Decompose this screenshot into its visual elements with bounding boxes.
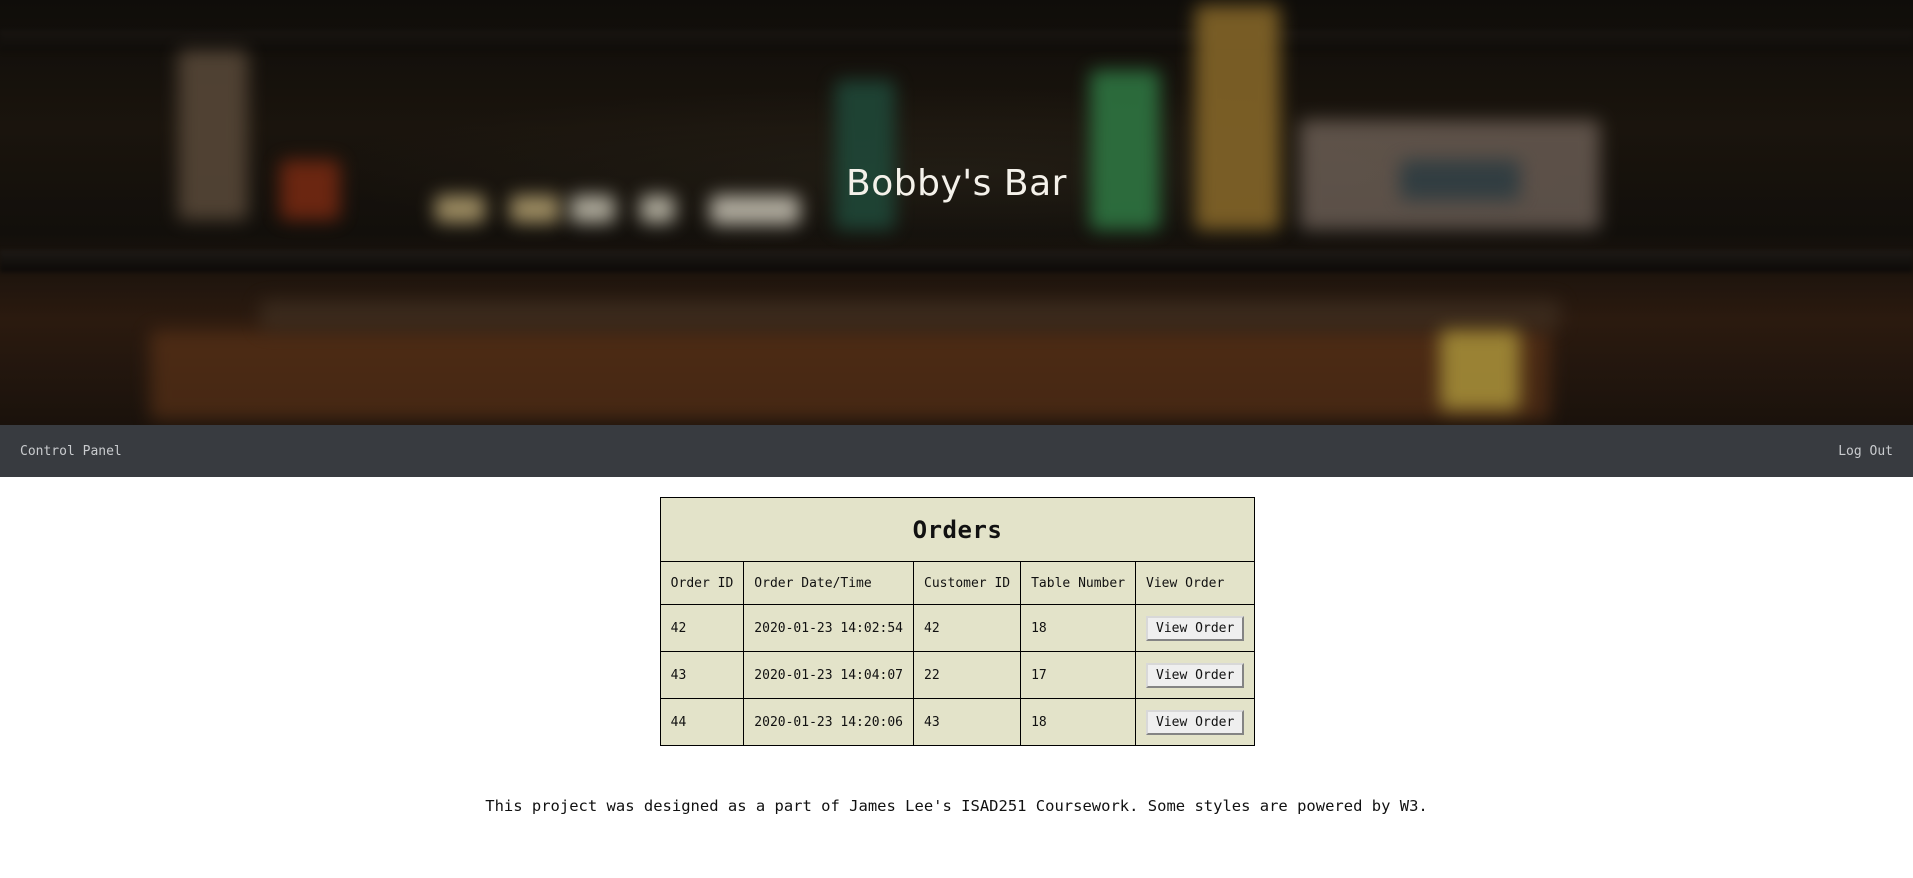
orders-table: Orders Order ID Order Date/Time Customer… — [659, 497, 1256, 746]
hero-banner: Bobby's Bar — [0, 0, 1913, 425]
cell-order-id: 43 — [659, 651, 745, 699]
cell-order-datetime: 2020-01-23 14:04:07 — [743, 651, 915, 699]
column-header-view-order: View Order — [1135, 561, 1256, 605]
bottle-glow — [835, 80, 895, 230]
column-header-customer-id: Customer ID — [913, 561, 1022, 605]
cell-customer-id: 22 — [913, 651, 1022, 699]
cell-view-order: View Order — [1135, 604, 1256, 652]
control-panel-link[interactable]: Control Panel — [0, 444, 142, 459]
table-row: 42 2020-01-23 14:02:54 42 18 View Order — [659, 604, 1256, 652]
table-title: Orders — [659, 497, 1256, 562]
table-header-row: Order ID Order Date/Time Customer ID Tab… — [659, 561, 1256, 605]
log-out-link[interactable]: Log Out — [1818, 444, 1913, 459]
table-row: 43 2020-01-23 14:04:07 22 17 View Order — [659, 651, 1256, 699]
cell-table-number: 17 — [1020, 651, 1137, 699]
column-header-order-datetime: Order Date/Time — [743, 561, 915, 605]
cell-view-order: View Order — [1135, 698, 1256, 746]
column-header-table-number: Table Number — [1020, 561, 1137, 605]
cell-table-number: 18 — [1020, 604, 1137, 652]
bar-shelf — [0, 250, 1913, 272]
cell-table-number: 18 — [1020, 698, 1137, 746]
footer-text: This project was designed as a part of J… — [485, 797, 1428, 815]
cell-order-id: 44 — [659, 698, 745, 746]
bottle-glow — [1440, 330, 1520, 410]
view-order-button[interactable]: View Order — [1146, 662, 1245, 688]
view-order-button[interactable]: View Order — [1146, 615, 1245, 641]
bar-shelf — [0, 30, 1913, 52]
cell-customer-id: 42 — [913, 604, 1022, 652]
cell-customer-id: 43 — [913, 698, 1022, 746]
main-content: Orders Order ID Order Date/Time Customer… — [0, 497, 1913, 746]
column-header-order-id: Order ID — [659, 561, 745, 605]
bar-counter-glow — [260, 300, 1560, 330]
page-title: Bobby's Bar — [846, 163, 1067, 204]
top-navbar: Control Panel Log Out — [0, 425, 1913, 477]
table-caption-row: Orders — [659, 497, 1256, 562]
bar-counter-glow — [150, 330, 1550, 420]
table-row: 44 2020-01-23 14:20:06 43 18 View Order — [659, 698, 1256, 746]
cell-order-datetime: 2020-01-23 14:02:54 — [743, 604, 915, 652]
cell-view-order: View Order — [1135, 651, 1256, 699]
cell-order-datetime: 2020-01-23 14:20:06 — [743, 698, 915, 746]
view-order-button[interactable]: View Order — [1146, 709, 1245, 735]
cell-order-id: 42 — [659, 604, 745, 652]
bottle-glow — [1090, 70, 1160, 230]
